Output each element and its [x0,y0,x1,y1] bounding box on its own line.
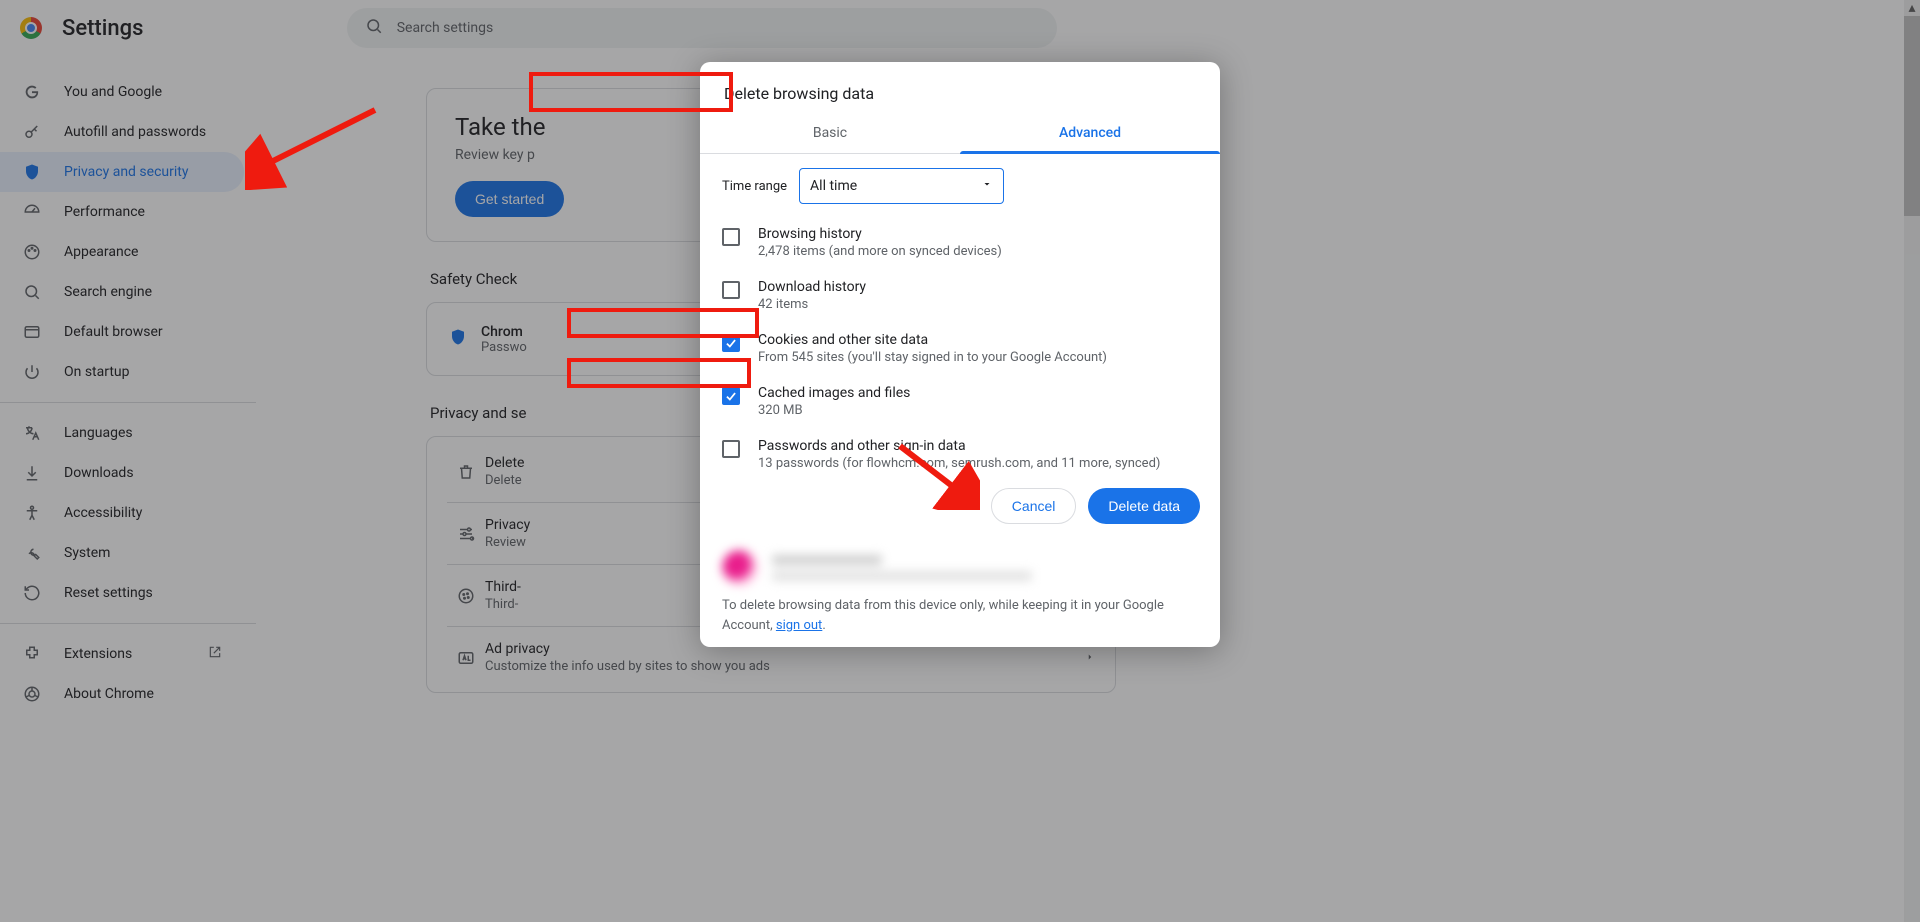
delete-option-row: Cached images and files 320 MB [722,375,1198,428]
avatar-blurred [722,550,758,586]
option-subtitle: 320 MB [758,403,910,418]
checkbox[interactable] [722,281,740,299]
checkbox[interactable] [722,387,740,405]
tab-advanced[interactable]: Advanced [960,113,1220,153]
dialog-title: Delete browsing data [700,62,1220,113]
time-range-value: All time [810,178,857,194]
option-subtitle: 2,478 items (and more on synced devices) [758,244,1002,259]
delete-data-button[interactable]: Delete data [1088,488,1200,524]
option-title: Download history [758,279,866,295]
option-subtitle: From 545 sites (you'll stay signed in to… [758,350,1107,365]
option-title: Cached images and files [758,385,910,401]
delete-option-row: Passwords and other sign-in data 13 passw… [722,428,1198,474]
option-title: Cookies and other site data [758,332,1107,348]
dialog-footnote: To delete browsing data from this device… [700,596,1220,647]
dialog-scroll-area[interactable]: Time range All time Browsing history 2,47… [700,154,1220,474]
chevron-down-icon [981,178,993,194]
dialog-tabs: Basic Advanced [700,113,1220,154]
sign-out-link[interactable]: sign out [776,618,822,633]
checkbox[interactable] [722,334,740,352]
app-root: Settings Search settings You and GoogleA… [0,0,1920,922]
option-subtitle: 13 passwords (for flowhcm.com, semrush.c… [758,456,1160,471]
delete-browsing-data-dialog: Delete browsing data Basic Advanced Time… [700,62,1220,647]
delete-option-row: Cookies and other site data From 545 site… [722,322,1198,375]
option-title: Browsing history [758,226,1002,242]
checkbox[interactable] [722,228,740,246]
cancel-button[interactable]: Cancel [991,488,1077,524]
time-range-select[interactable]: All time [799,168,1004,204]
account-row-blurred [700,542,1220,596]
time-range-label: Time range [722,179,787,194]
delete-option-row: Browsing history 2,478 items (and more on… [722,216,1198,269]
checkbox[interactable] [722,440,740,458]
delete-option-row: Download history 42 items [722,269,1198,322]
option-subtitle: 42 items [758,297,866,312]
option-title: Passwords and other sign-in data [758,438,1160,454]
tab-basic[interactable]: Basic [700,113,960,153]
